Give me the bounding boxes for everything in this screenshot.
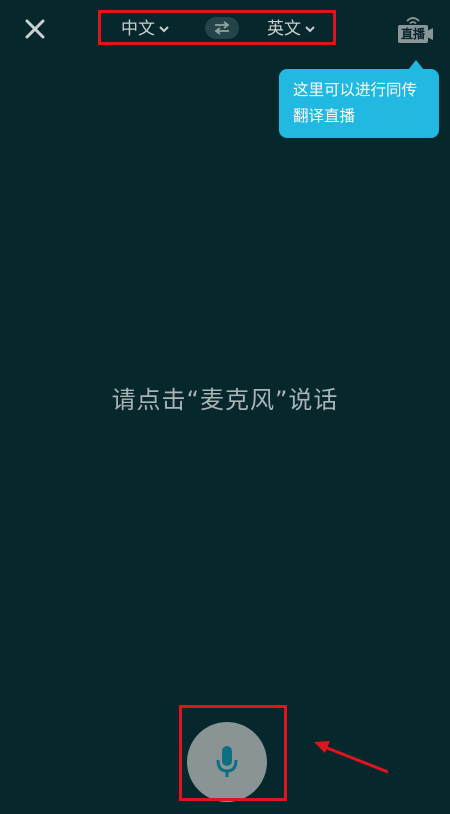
live-tooltip: 这里可以进行同传 翻译直播 [279,69,439,138]
swap-arrows-icon [214,21,230,35]
translation-screen: 中文 英文 直播 这里可以进行同传 翻译直播 请点击“麦克风”说话 [0,0,450,814]
target-language-dropdown[interactable]: 英文 [267,18,315,40]
live-label: 直播 [398,25,428,43]
close-icon [25,19,45,39]
tooltip-line-2: 翻译直播 [293,107,356,125]
chevron-down-icon [305,26,315,33]
close-button[interactable] [18,12,52,46]
language-selector-highlight: 中文 英文 [98,10,336,45]
tooltip-line-1: 这里可以进行同传 [293,81,418,99]
source-language-dropdown[interactable]: 中文 [121,18,169,40]
microphone-icon [216,746,238,777]
live-broadcast-button[interactable]: 直播 [396,14,434,44]
target-language-label: 英文 [267,19,301,39]
swap-languages-button[interactable] [205,17,239,39]
microphone-button[interactable] [187,722,267,802]
annotation-arrow-icon [314,741,389,774]
speak-prompt: 请点击“麦克风”说话 [111,386,339,414]
chevron-down-icon [159,26,169,33]
camera-lens-icon [427,28,433,40]
source-language-label: 中文 [121,19,155,39]
